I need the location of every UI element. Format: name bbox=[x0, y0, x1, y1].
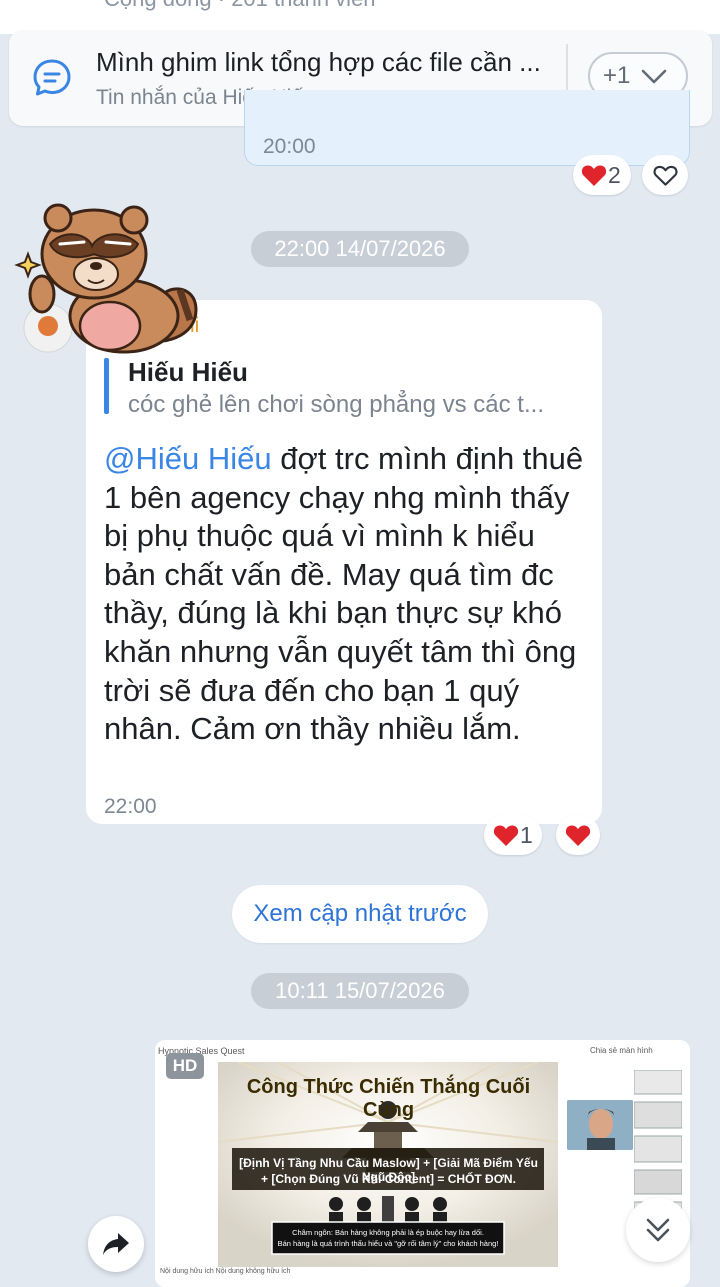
slide-caption: Châm ngôn: Bán hàng không phải là ép buộ… bbox=[292, 1228, 484, 1237]
pinned-more-count: +1 bbox=[603, 62, 631, 89]
share-icon bbox=[103, 1233, 129, 1255]
quoted-author[interactable]: Hiếu Hiếu bbox=[128, 357, 248, 388]
quote-bar bbox=[104, 358, 109, 414]
heart-icon bbox=[581, 165, 607, 186]
pinned-message-title[interactable]: Mình ghim link tổng hợp các file cần ... bbox=[96, 47, 541, 78]
heart-icon bbox=[565, 825, 591, 846]
reaction-count: 1 bbox=[520, 822, 533, 848]
message-body: đợt trc mình định thuê 1 bên agency chạy… bbox=[104, 441, 584, 747]
date-separator: 22:00 14/07/2026 bbox=[251, 231, 469, 267]
chat-bubble-icon bbox=[33, 59, 71, 96]
image-footer-label: Nội dung hữu ích Nội dung không hữu ích bbox=[160, 1268, 291, 1275]
raccoon-sticker-avatar[interactable] bbox=[14, 198, 210, 356]
message-text: @Hiếu Hiếu đợt trc mình định thuê 1 bên … bbox=[104, 440, 592, 749]
hd-badge: HD bbox=[166, 1053, 204, 1079]
double-chevron-down-icon bbox=[646, 1218, 670, 1242]
heart-outline-icon bbox=[653, 165, 678, 186]
mention-link[interactable]: @Hiếu Hiếu bbox=[104, 441, 272, 476]
message-time: 20:00 bbox=[263, 135, 316, 158]
message-time: 22:00 bbox=[104, 795, 157, 818]
reaction-count: 2 bbox=[608, 162, 621, 188]
slide-caption: Bán hàng là quá trình thấu hiểu và "gỡ r… bbox=[277, 1239, 499, 1248]
slide-title: Công Thức Chiến Thắng Cuối Cùng bbox=[246, 1076, 531, 1121]
presenter-camera-thumbnail bbox=[567, 1100, 633, 1150]
chevron-down-icon bbox=[641, 69, 667, 84]
image-share-label: Chia sẻ màn hình bbox=[590, 1046, 653, 1055]
slide-formula: + [Chọn Đúng Vũ Khí Content] = CHỐT ĐƠN. bbox=[261, 1172, 516, 1186]
load-earlier-button[interactable]: Xem cập nhật trước bbox=[232, 885, 488, 943]
community-member-count: Cộng đồng · 201 thành viên bbox=[104, 0, 376, 12]
quoted-text[interactable]: cóc ghẻ lên chơi sòng phẳng vs các t... bbox=[128, 391, 544, 419]
date-separator: 10:11 15/07/2026 bbox=[251, 973, 469, 1009]
heart-icon bbox=[493, 825, 519, 846]
